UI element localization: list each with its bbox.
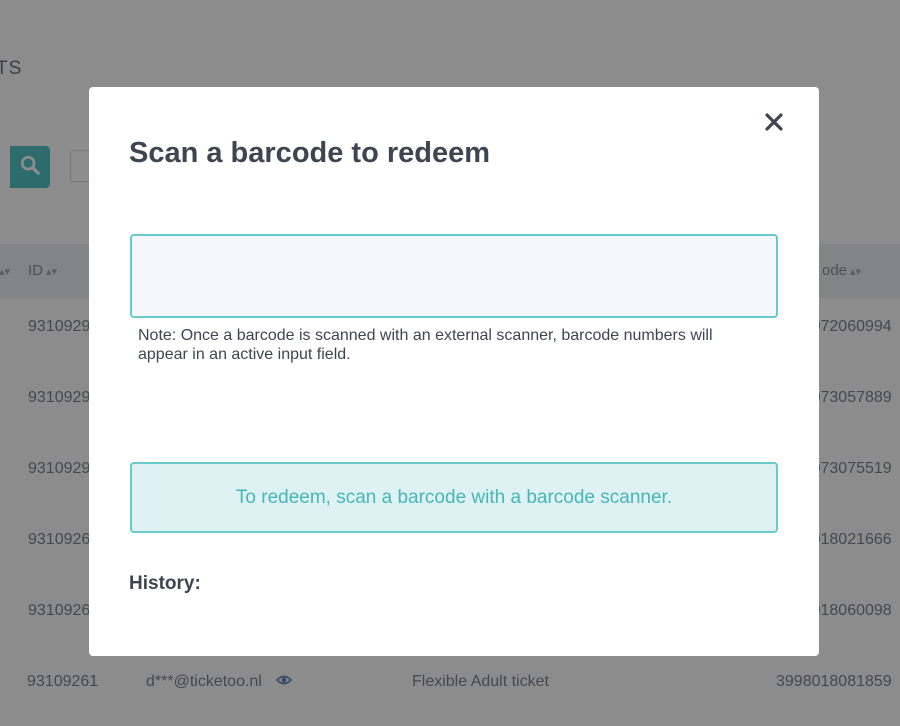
close-icon (765, 112, 783, 136)
close-button[interactable] (759, 109, 789, 139)
barcode-input[interactable] (130, 234, 778, 318)
scanner-note: Note: Once a barcode is scanned with an … (138, 327, 713, 363)
redeem-status-message: To redeem, scan a barcode with a barcode… (235, 486, 673, 508)
redeem-modal: Scan a barcode to redeem Note: Once a ba… (89, 87, 819, 656)
redeem-status-box: To redeem, scan a barcode with a barcode… (130, 462, 778, 533)
history-label: History: (129, 573, 201, 594)
modal-title: Scan a barcode to redeem (129, 137, 491, 169)
